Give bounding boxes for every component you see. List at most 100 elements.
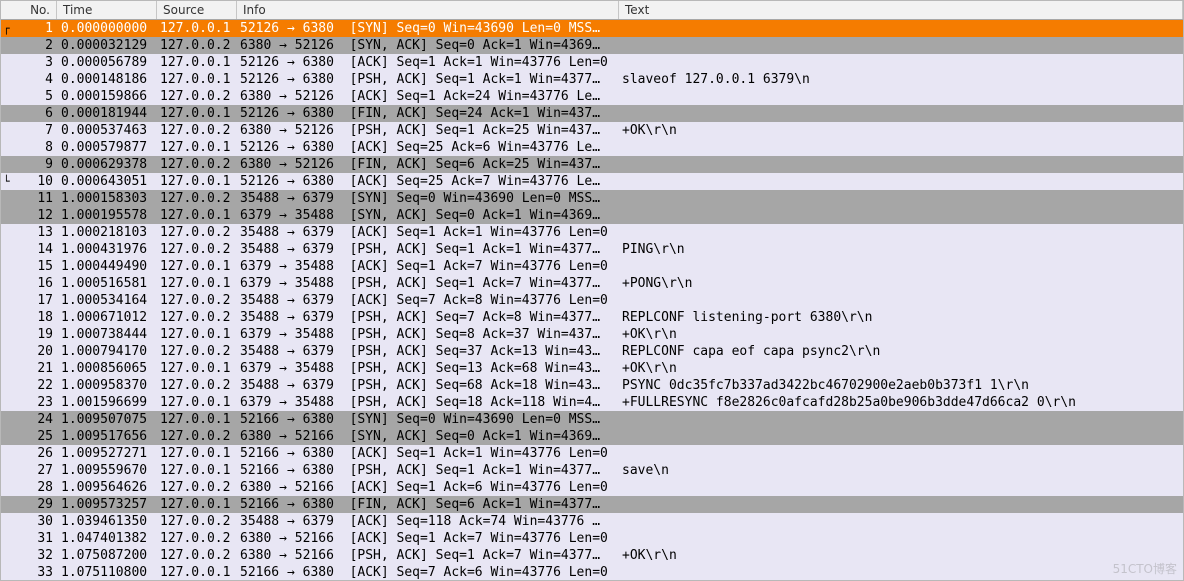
packet-info: 35488 → 6379 [PSH, ACK] Seq=7 Ack=8 Win=… — [237, 309, 619, 326]
packet-info: 6379 → 35488 [PSH, ACK] Seq=18 Ack=118 W… — [237, 394, 619, 411]
packet-source: 127.0.0.1 — [157, 275, 237, 292]
table-row[interactable]: 271.009559670127.0.0.152166 → 6380 [PSH,… — [1, 462, 1183, 479]
packet-info: 35488 → 6379 [PSH, ACK] Seq=37 Ack=13 Wi… — [237, 343, 619, 360]
table-row[interactable]: 121.000195578127.0.0.16379 → 35488 [SYN,… — [1, 207, 1183, 224]
packet-info: 6379 → 35488 [PSH, ACK] Seq=1 Ack=7 Win=… — [237, 275, 619, 292]
table-row[interactable]: 100.000643051127.0.0.152126 → 6380 [ACK]… — [1, 173, 1183, 190]
packet-no: 31 — [1, 530, 57, 547]
packet-info: 6380 → 52166 [PSH, ACK] Seq=1 Ack=7 Win=… — [237, 547, 619, 564]
table-row[interactable]: 331.075110800127.0.0.152166 → 6380 [ACK]… — [1, 564, 1183, 580]
packet-source: 127.0.0.2 — [157, 343, 237, 360]
packet-no: 5 — [1, 88, 57, 105]
table-row[interactable]: 161.000516581127.0.0.16379 → 35488 [PSH,… — [1, 275, 1183, 292]
table-row[interactable]: 231.001596699127.0.0.16379 → 35488 [PSH,… — [1, 394, 1183, 411]
packet-info: 52166 → 6380 [FIN, ACK] Seq=6 Ack=1 Win=… — [237, 496, 619, 513]
packet-source: 127.0.0.1 — [157, 173, 237, 190]
table-row[interactable]: 60.000181944127.0.0.152126 → 6380 [FIN, … — [1, 105, 1183, 122]
table-row[interactable]: 131.000218103127.0.0.235488 → 6379 [ACK]… — [1, 224, 1183, 241]
packet-list-body[interactable]: 10.000000000127.0.0.152126 → 6380 [SYN] … — [1, 20, 1183, 580]
table-row[interactable]: 151.000449490127.0.0.16379 → 35488 [ACK]… — [1, 258, 1183, 275]
table-row[interactable]: 10.000000000127.0.0.152126 → 6380 [SYN] … — [1, 20, 1183, 37]
table-row[interactable]: 301.039461350127.0.0.235488 → 6379 [ACK]… — [1, 513, 1183, 530]
packet-no: 17 — [1, 292, 57, 309]
table-row[interactable]: 321.075087200127.0.0.26380 → 52166 [PSH,… — [1, 547, 1183, 564]
packet-no: 1 — [1, 20, 57, 37]
packet-info: 35488 → 6379 [ACK] Seq=7 Ack=8 Win=43776… — [237, 292, 619, 309]
packet-time: 1.009559670 — [57, 462, 157, 479]
packet-source: 127.0.0.1 — [157, 258, 237, 275]
packet-text — [619, 156, 1183, 173]
packet-time: 1.009564626 — [57, 479, 157, 496]
packet-source: 127.0.0.2 — [157, 377, 237, 394]
packet-time: 0.000181944 — [57, 105, 157, 122]
packet-text: +FULLRESYNC f8e2826c0afcafd28b25a0be906b… — [619, 394, 1183, 411]
table-row[interactable]: 181.000671012127.0.0.235488 → 6379 [PSH,… — [1, 309, 1183, 326]
packet-text: +OK\r\n — [619, 547, 1183, 564]
table-row[interactable]: 171.000534164127.0.0.235488 → 6379 [ACK]… — [1, 292, 1183, 309]
packet-no: 22 — [1, 377, 57, 394]
packet-time: 0.000537463 — [57, 122, 157, 139]
table-row[interactable]: 30.000056789127.0.0.152126 → 6380 [ACK] … — [1, 54, 1183, 71]
packet-time: 1.001596699 — [57, 394, 157, 411]
table-row[interactable]: 211.000856065127.0.0.16379 → 35488 [PSH,… — [1, 360, 1183, 377]
packet-source: 127.0.0.2 — [157, 292, 237, 309]
packet-time: 1.000856065 — [57, 360, 157, 377]
packet-no: 15 — [1, 258, 57, 275]
packet-text — [619, 411, 1183, 428]
packet-no: 7 — [1, 122, 57, 139]
table-row[interactable]: 221.000958370127.0.0.235488 → 6379 [PSH,… — [1, 377, 1183, 394]
table-row[interactable]: 80.000579877127.0.0.152126 → 6380 [ACK] … — [1, 139, 1183, 156]
packet-source: 127.0.0.1 — [157, 564, 237, 580]
table-row[interactable]: 40.000148186127.0.0.152126 → 6380 [PSH, … — [1, 71, 1183, 88]
table-row[interactable]: 191.000738444127.0.0.16379 → 35488 [PSH,… — [1, 326, 1183, 343]
packet-source: 127.0.0.1 — [157, 360, 237, 377]
column-header-info[interactable]: Info — [237, 1, 619, 19]
packet-time: 1.000738444 — [57, 326, 157, 343]
packet-text — [619, 190, 1183, 207]
packet-info: 6379 → 35488 [PSH, ACK] Seq=8 Ack=37 Win… — [237, 326, 619, 343]
packet-info: 35488 → 6379 [ACK] Seq=1 Ack=1 Win=43776… — [237, 224, 619, 241]
packet-text: PSYNC 0dc35fc7b337ad3422bc46702900e2aeb0… — [619, 377, 1183, 394]
packet-text — [619, 564, 1183, 580]
packet-no: 23 — [1, 394, 57, 411]
packet-time: 1.000671012 — [57, 309, 157, 326]
table-row[interactable]: 201.000794170127.0.0.235488 → 6379 [PSH,… — [1, 343, 1183, 360]
table-row[interactable]: 50.000159866127.0.0.26380 → 52126 [ACK] … — [1, 88, 1183, 105]
column-header-time[interactable]: Time — [57, 1, 157, 19]
packet-time: 1.000195578 — [57, 207, 157, 224]
packet-source: 127.0.0.2 — [157, 309, 237, 326]
packet-no: 12 — [1, 207, 57, 224]
table-row[interactable]: 261.009527271127.0.0.152166 → 6380 [ACK]… — [1, 445, 1183, 462]
table-row[interactable]: 20.000032129127.0.0.26380 → 52126 [SYN, … — [1, 37, 1183, 54]
table-row[interactable]: 90.000629378127.0.0.26380 → 52126 [FIN, … — [1, 156, 1183, 173]
packet-no: 28 — [1, 479, 57, 496]
table-row[interactable]: 251.009517656127.0.0.26380 → 52166 [SYN,… — [1, 428, 1183, 445]
table-row[interactable]: 281.009564626127.0.0.26380 → 52166 [ACK]… — [1, 479, 1183, 496]
packet-no: 2 — [1, 37, 57, 54]
packet-time: 1.009507075 — [57, 411, 157, 428]
packet-no: 27 — [1, 462, 57, 479]
packet-no: 13 — [1, 224, 57, 241]
packet-source: 127.0.0.1 — [157, 411, 237, 428]
packet-text — [619, 37, 1183, 54]
packet-time: 1.047401382 — [57, 530, 157, 547]
packet-no: 29 — [1, 496, 57, 513]
table-row[interactable]: 111.000158303127.0.0.235488 → 6379 [SYN]… — [1, 190, 1183, 207]
column-header-no[interactable]: No. — [1, 1, 57, 19]
packet-info: 6379 → 35488 [SYN, ACK] Seq=0 Ack=1 Win=… — [237, 207, 619, 224]
table-row[interactable]: 141.000431976127.0.0.235488 → 6379 [PSH,… — [1, 241, 1183, 258]
column-header-text[interactable]: Text — [619, 1, 1183, 19]
packet-no: 9 — [1, 156, 57, 173]
packet-text — [619, 530, 1183, 547]
packet-no: 25 — [1, 428, 57, 445]
packet-no: 19 — [1, 326, 57, 343]
table-row[interactable]: 70.000537463127.0.0.26380 → 52126 [PSH, … — [1, 122, 1183, 139]
column-header-source[interactable]: Source — [157, 1, 237, 19]
table-row[interactable]: 291.009573257127.0.0.152166 → 6380 [FIN,… — [1, 496, 1183, 513]
table-row[interactable]: 241.009507075127.0.0.152166 → 6380 [SYN]… — [1, 411, 1183, 428]
packet-time: 1.039461350 — [57, 513, 157, 530]
table-row[interactable]: 311.047401382127.0.0.26380 → 52166 [ACK]… — [1, 530, 1183, 547]
packet-info: 52166 → 6380 [SYN] Seq=0 Win=43690 Len=0… — [237, 411, 619, 428]
packet-source: 127.0.0.2 — [157, 122, 237, 139]
packet-source: 127.0.0.2 — [157, 190, 237, 207]
